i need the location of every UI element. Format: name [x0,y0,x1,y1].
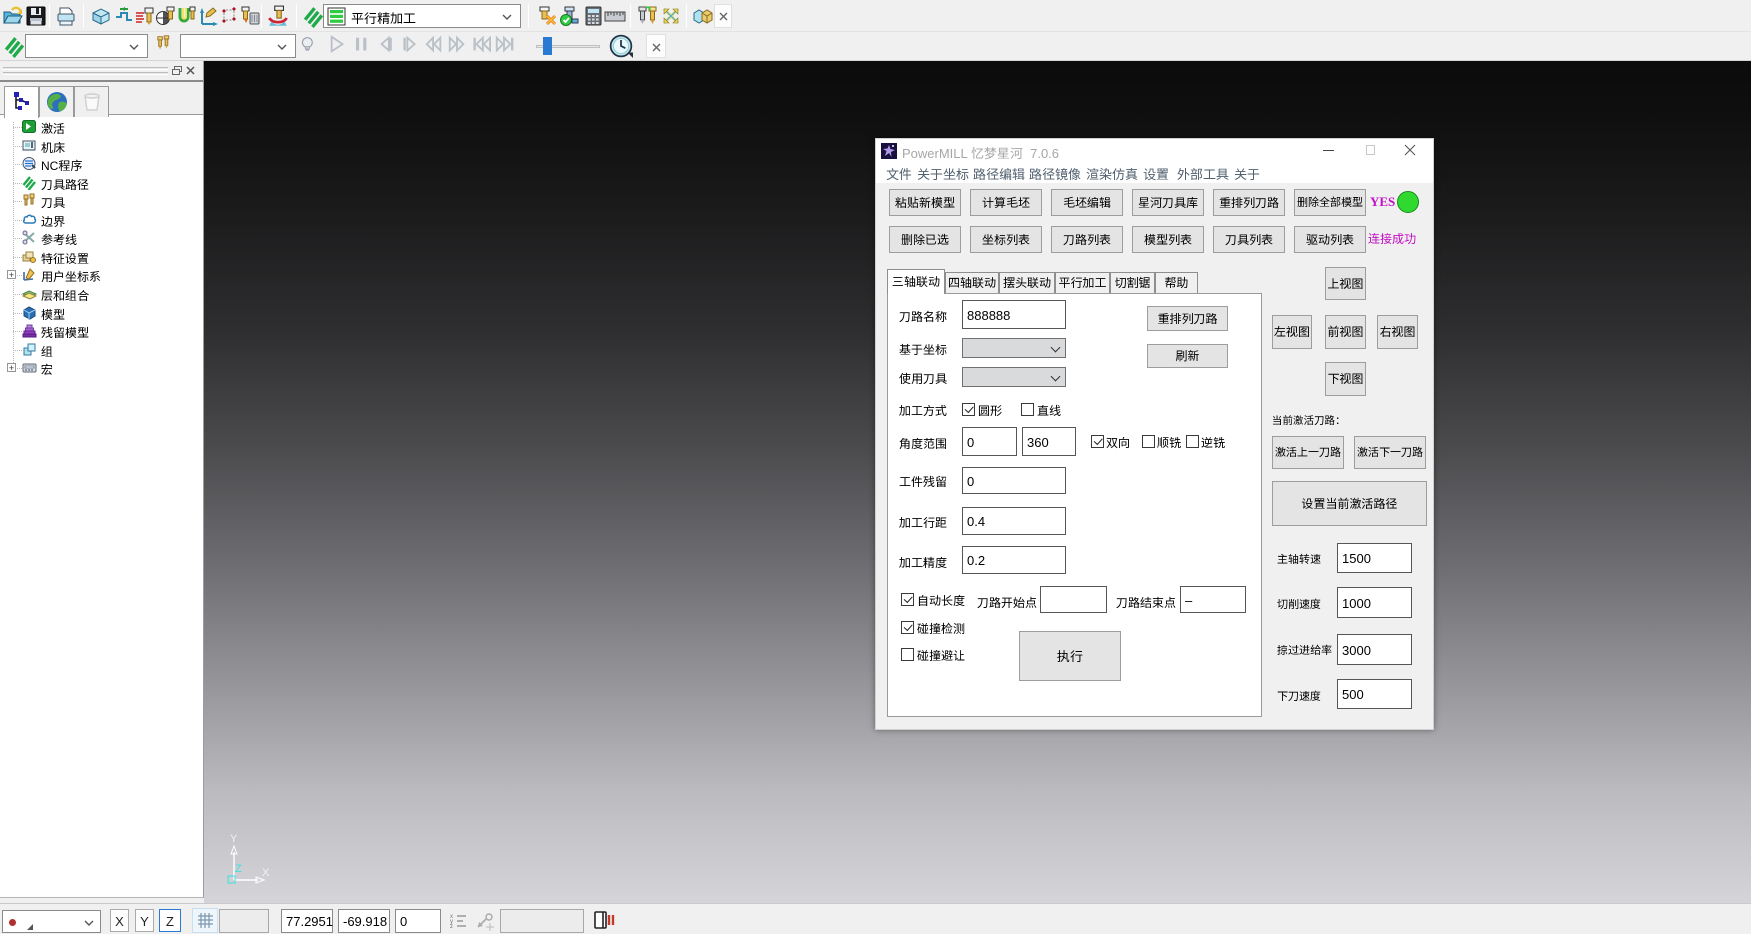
svg-text:X: X [262,867,270,879]
svg-text:Y: Y [230,833,238,845]
svg-text:Z: Z [235,863,242,875]
svg-text:z: z [450,921,453,930]
